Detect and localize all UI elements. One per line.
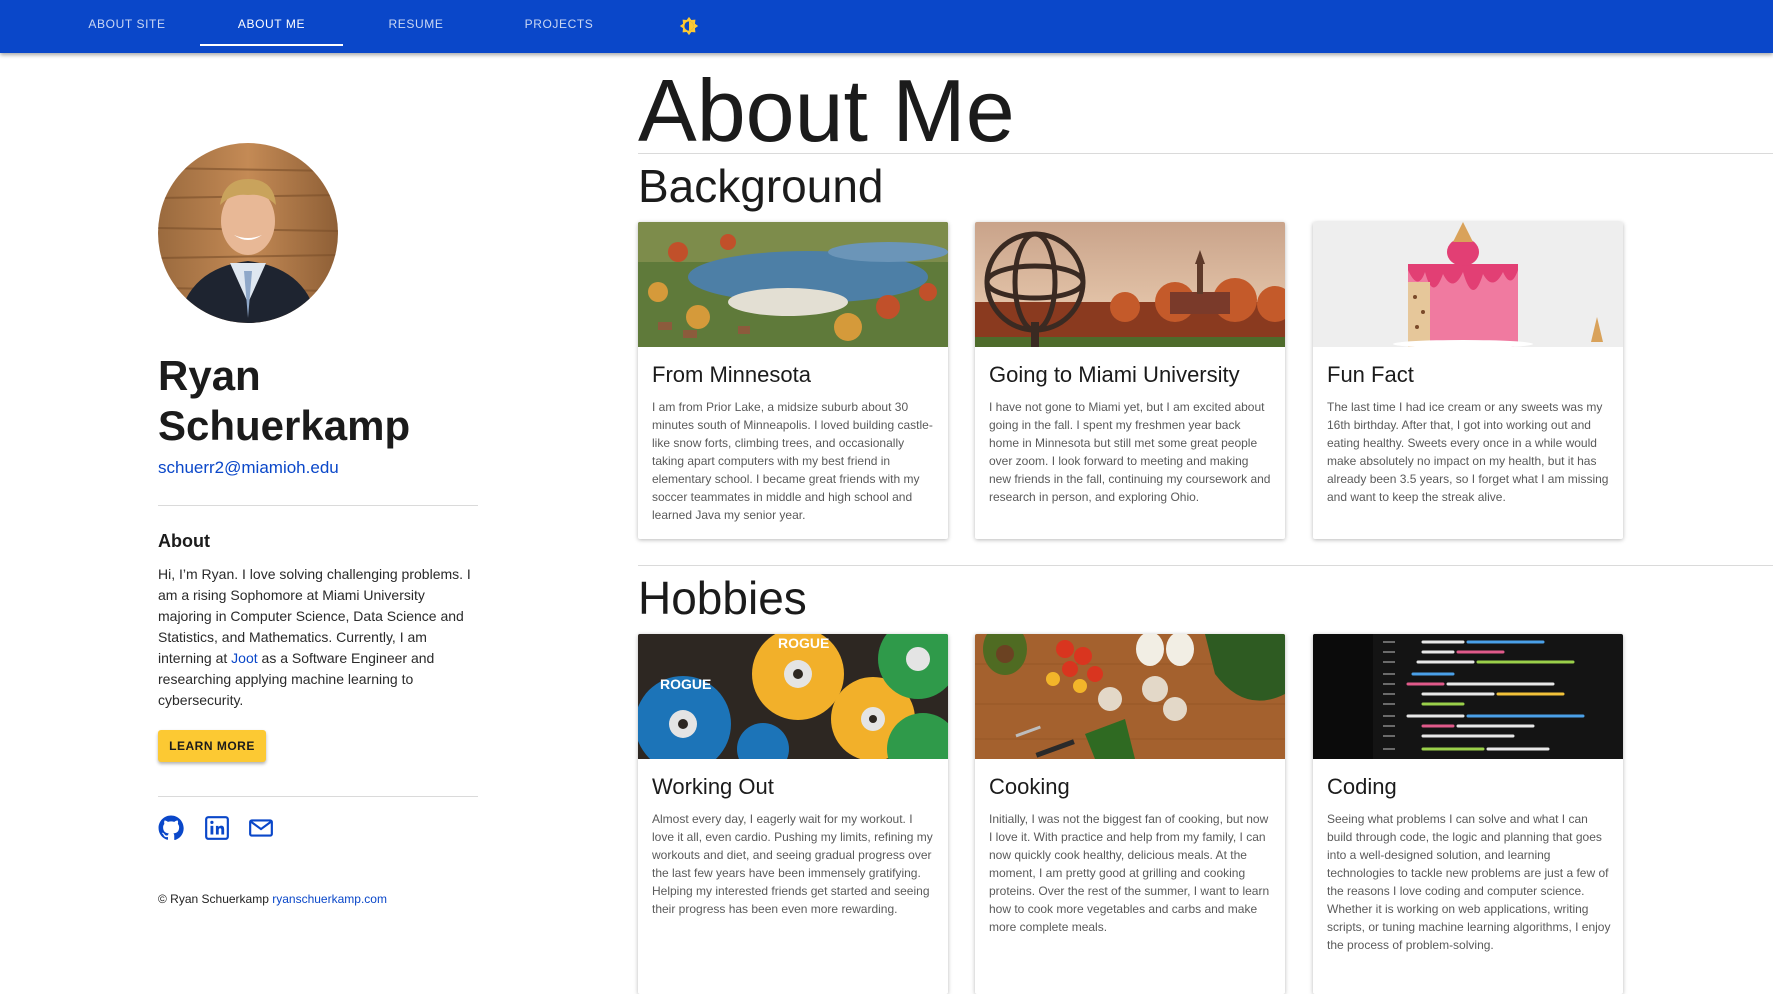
top-nav-bar: ABOUT SITE ABOUT ME RESUME PROJECTS — [0, 0, 1773, 53]
divider — [158, 796, 478, 797]
nav-projects[interactable]: PROJECTS — [509, 0, 609, 46]
card-title: Fun Fact — [1327, 362, 1414, 387]
footer-site-link[interactable]: ryanschuerkamp.com — [272, 892, 387, 906]
divider — [158, 505, 478, 506]
nav-resume[interactable]: RESUME — [366, 0, 466, 46]
page-title: About Me — [638, 61, 1015, 160]
campus-photo — [975, 222, 1285, 347]
svg-text:ROGUE: ROGUE — [778, 635, 829, 651]
github-icon[interactable] — [158, 815, 184, 841]
avatar — [158, 143, 338, 323]
card-title: Cooking — [989, 774, 1070, 799]
card-text: Seeing what problems I can solve and wha… — [1327, 812, 1611, 952]
divider — [638, 565, 1773, 566]
card-cooking: Cooking Initially, I was not the biggest… — [975, 634, 1285, 994]
cake-photo — [1313, 222, 1623, 347]
weight-plates-photo: ROGUE ROGUE — [638, 634, 948, 759]
card-from-minnesota: From Minnesota I am from Prior Lake, a m… — [638, 222, 948, 539]
card-working-out: ROGUE ROGUE Working Out Almost every day… — [638, 634, 948, 994]
nav-about-me[interactable]: ABOUT ME — [200, 0, 343, 46]
card-text: I am from Prior Lake, a midsize suburb a… — [652, 400, 933, 522]
card-miami-university: Going to Miami University I have not gon… — [975, 222, 1285, 539]
footer-copyright: © Ryan Schuerkamp — [158, 892, 269, 906]
card-title: Coding — [1327, 774, 1397, 799]
brightness-icon[interactable] — [678, 15, 700, 37]
card-fun-fact: Fun Fact The last time I had ice cream o… — [1313, 222, 1623, 539]
divider — [638, 153, 1773, 154]
profile-photo — [158, 143, 338, 323]
section-heading-background: Background — [638, 160, 884, 212]
card-text: The last time I had ice cream or any swe… — [1327, 400, 1609, 504]
about-heading: About — [158, 531, 210, 551]
mail-icon[interactable] — [248, 815, 274, 841]
joot-link[interactable]: Joot — [231, 650, 257, 666]
card-title: From Minnesota — [652, 362, 811, 387]
card-coding: Coding Seeing what problems I can solve … — [1313, 634, 1623, 994]
card-title: Working Out — [652, 774, 774, 799]
profile-name: Ryan Schuerkamp — [158, 352, 411, 449]
card-title: Going to Miami University — [989, 362, 1240, 387]
linkedin-icon[interactable] — [204, 815, 230, 841]
about-text: Hi, I’m Ryan. I love solving challenging… — [158, 564, 478, 711]
card-text: Initially, I was not the biggest fan of … — [989, 812, 1270, 934]
section-heading-hobbies: Hobbies — [638, 572, 807, 624]
card-text: I have not gone to Miami yet, but I am e… — [989, 400, 1271, 504]
nav-about-site[interactable]: ABOUT SITE — [77, 0, 177, 46]
card-text: Almost every day, I eagerly wait for my … — [652, 812, 933, 916]
learn-more-button[interactable]: LEARN MORE — [158, 730, 266, 762]
footer: © Ryan Schuerkamp ryanschuerkamp.com — [158, 892, 387, 906]
code-screen-photo — [1313, 634, 1623, 759]
ingredients-photo — [975, 634, 1285, 759]
svg-text:ROGUE: ROGUE — [660, 676, 711, 692]
lake-photo — [638, 222, 948, 347]
email-link[interactable]: schuerr2@miamioh.edu — [158, 458, 339, 478]
